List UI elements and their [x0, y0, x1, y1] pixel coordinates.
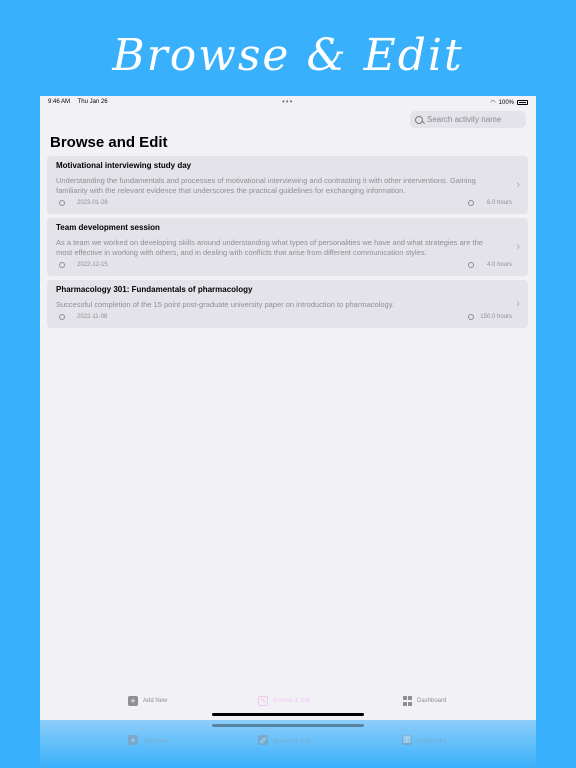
status-time: 9:46 AM — [48, 99, 71, 105]
page-title: Browse and Edit — [50, 134, 168, 151]
edit-square-icon: ✎ — [258, 735, 268, 746]
tab-dashboard[interactable]: Dashboard — [402, 696, 446, 706]
chevron-right-icon: › — [516, 241, 520, 253]
activity-description: Understanding the fundamentals and proce… — [56, 176, 476, 195]
activity-card[interactable]: Pharmacology 301: Fundamentals of pharma… — [47, 280, 528, 328]
activity-description: Successful completion of the 15 point po… — [56, 300, 394, 309]
activity-title: Team development session — [56, 223, 160, 232]
device-reflection: + Add New ✎ Browse & Edit ▦ Dashboard — [40, 720, 536, 768]
tab-dashboard-reflection: ▦ Dashboard — [402, 735, 447, 746]
tab-dashboard-label: Dashboard — [417, 698, 447, 704]
grid-icon — [402, 696, 412, 706]
tab-add-new-reflection-label: Add New — [143, 737, 168, 743]
edit-square-icon: ✎ — [258, 696, 268, 706]
battery-icon — [517, 100, 528, 105]
calendar-icon — [59, 200, 65, 206]
clock-icon — [468, 314, 474, 320]
search-bar[interactable] — [410, 111, 526, 128]
tab-bar: + Add New ✎ Browse & Edit Dashboard — [40, 690, 536, 720]
activity-hours: 150.0 hours — [480, 314, 512, 320]
tab-browse-edit-reflection-label: Browse & Edit — [273, 737, 311, 743]
activity-card[interactable]: Motivational interviewing study day Unde… — [47, 156, 528, 214]
activity-date: 2023-01-26 — [77, 200, 108, 206]
tab-browse-edit-label: Browse & Edit — [273, 698, 311, 704]
activity-meta: 2023-01-26 6.0 hours — [56, 199, 519, 209]
activity-date: 2022-11-08 — [77, 314, 108, 320]
clock-icon — [468, 262, 474, 268]
banner-title: Browse & Edit — [112, 30, 464, 81]
activity-meta: 2022-11-08 150.0 hours — [56, 313, 519, 323]
home-indicator-reflection — [212, 724, 364, 727]
plus-square-icon: + — [128, 735, 138, 746]
calendar-icon — [59, 314, 65, 320]
tab-add-new-reflection: + Add New — [128, 735, 168, 746]
activity-title: Motivational interviewing study day — [56, 161, 192, 170]
activity-hours: 4.0 hours — [486, 262, 512, 268]
activity-date: 2022-12-15 — [77, 262, 108, 268]
status-date: Thu Jan 26 — [77, 99, 108, 105]
tab-browse-edit-reflection: ✎ Browse & Edit — [258, 735, 311, 746]
tab-dashboard-reflection-label: Dashboard — [417, 737, 447, 743]
search-icon — [415, 115, 423, 124]
ipad-screen: 9:46 AM Thu Jan 26 ••• ◠ 100% Browse and… — [40, 96, 536, 720]
plus-square-icon: + — [128, 696, 138, 706]
status-bar: 9:46 AM Thu Jan 26 ••• ◠ 100% — [40, 96, 536, 110]
calendar-icon — [59, 262, 65, 268]
chevron-right-icon: › — [516, 179, 520, 191]
grid-icon: ▦ — [402, 735, 412, 746]
chevron-right-icon: › — [516, 298, 520, 310]
multitasking-dots[interactable]: ••• — [282, 97, 293, 106]
tab-add-new[interactable]: + Add New — [128, 696, 167, 706]
activity-title: Pharmacology 301: Fundamentals of pharma… — [56, 285, 253, 294]
home-indicator[interactable] — [212, 713, 364, 716]
activity-list: Motivational interviewing study day Unde… — [47, 156, 528, 332]
search-input[interactable] — [427, 115, 517, 124]
activity-hours: 6.0 hours — [486, 200, 512, 206]
clock-icon — [468, 200, 474, 206]
activity-meta: 2022-12-15 4.0 hours — [56, 261, 519, 271]
tab-add-new-label: Add New — [143, 698, 168, 704]
activity-card[interactable]: Team development session As a team we wo… — [47, 218, 528, 276]
activity-description: As a team we worked on developing skills… — [56, 238, 483, 257]
wifi-icon: ◠ — [490, 100, 496, 106]
battery-percent: 100% — [498, 99, 514, 106]
tab-browse-edit[interactable]: ✎ Browse & Edit — [258, 696, 311, 706]
